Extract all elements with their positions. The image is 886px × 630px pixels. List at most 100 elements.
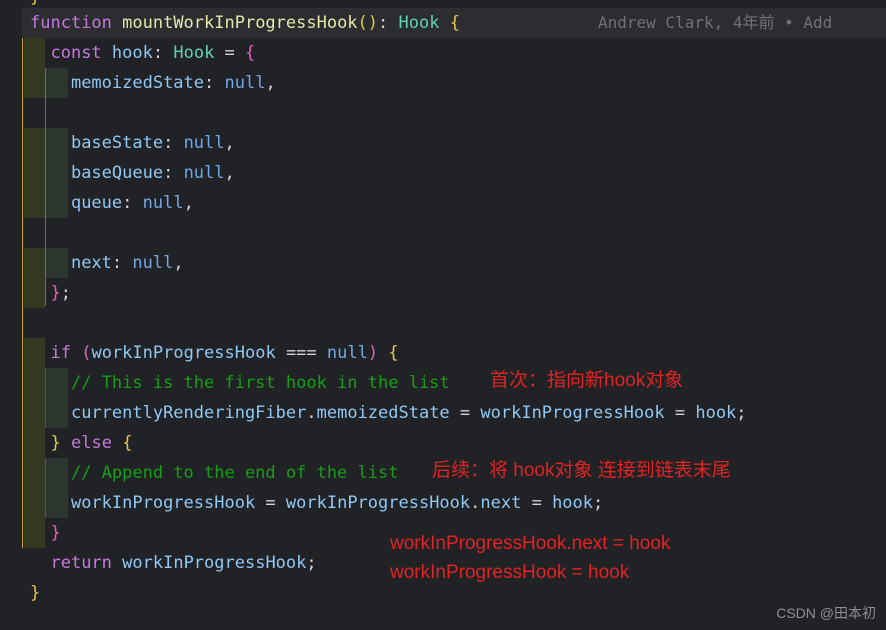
code-line[interactable]: // Append to the end of the list — [30, 458, 399, 488]
code-token: . — [470, 493, 481, 513]
code-token: = — [521, 493, 553, 513]
code-token: return — [50, 553, 112, 573]
code-line[interactable]: } else { — [30, 428, 132, 458]
code-line[interactable]: currentlyRenderingFiber.memoizedState = … — [30, 398, 747, 428]
code-token: null — [142, 193, 184, 213]
code-token: currentlyRenderingFiber — [70, 403, 307, 423]
code-token: workInProgressHook — [122, 553, 307, 573]
code-token: } — [50, 283, 61, 303]
code-token: = — [214, 43, 246, 63]
code-token: : — [378, 13, 399, 33]
code-line[interactable]: // This is the first hook in the list — [30, 368, 450, 398]
code-token: Hook — [173, 43, 215, 63]
code-line[interactable]: return workInProgressHook; — [30, 548, 317, 578]
code-token: null — [224, 73, 266, 93]
anno-head-assign: workInProgressHook = hook — [390, 562, 630, 583]
code-token: . — [306, 403, 317, 423]
code-line[interactable]: } — [30, 578, 40, 608]
code-token: memoizedState — [70, 73, 205, 93]
code-token: workInProgressHook — [91, 343, 276, 363]
code-line[interactable]: queue: null, — [30, 188, 194, 218]
code-token: ; — [593, 493, 604, 513]
code-token: null — [183, 163, 225, 183]
code-token: { — [388, 343, 399, 363]
active-indent-guide — [22, 38, 23, 548]
code-token: else — [70, 433, 112, 453]
anno-append: 后续：将 hook对象 连接到链表末尾 — [432, 460, 731, 481]
code-line[interactable] — [30, 98, 40, 128]
code-token: queue — [70, 193, 123, 213]
code-token: } — [30, 583, 41, 603]
editor-surface[interactable]: } function mountWorkInProgressHook(): Ho… — [0, 0, 886, 630]
code-token: = — [255, 493, 286, 513]
code-token: ( — [81, 343, 92, 363]
code-token: : — [163, 133, 184, 153]
code-token: , — [173, 253, 184, 273]
code-line[interactable]: baseState: null, — [30, 128, 235, 158]
code-line[interactable]: baseQueue: null, — [30, 158, 235, 188]
code-token: hook — [695, 403, 737, 423]
code-token: { — [245, 43, 256, 63]
csdn-watermark: CSDN @田本初 — [776, 605, 876, 621]
code-token: : — [111, 253, 133, 273]
code-token: ; — [306, 553, 317, 573]
code-token: } — [50, 433, 61, 453]
code-line[interactable]: } — [30, 518, 61, 548]
code-token: : — [152, 43, 174, 63]
code-token: // This is the first hook in the list — [70, 373, 450, 393]
code-token: } — [50, 523, 61, 543]
code-token: , — [183, 193, 194, 213]
code-token: { — [449, 13, 460, 33]
code-token: next — [70, 253, 112, 273]
code-token: workInProgressHook — [70, 493, 256, 513]
code-line[interactable]: function mountWorkInProgressHook(): Hook… — [30, 8, 460, 38]
code-token: if — [50, 343, 71, 363]
code-token: { — [122, 433, 133, 453]
code-token: next — [480, 493, 522, 513]
code-token: Hook — [398, 13, 440, 33]
code-token: baseQueue — [70, 163, 164, 183]
code-line[interactable]: }; — [30, 278, 71, 308]
code-token: : — [204, 73, 225, 93]
code-token: memoizedState — [316, 403, 450, 423]
code-token: , — [224, 163, 235, 183]
code-line[interactable] — [30, 218, 40, 248]
code-token: () — [357, 13, 379, 33]
code-token: === — [275, 343, 327, 363]
code-line[interactable]: workInProgressHook = workInProgressHook.… — [30, 488, 603, 518]
code-token: workInProgressHook — [285, 493, 471, 513]
code-line[interactable]: memoizedState: null, — [30, 68, 276, 98]
code-token: null — [183, 133, 225, 153]
editor-gutter — [0, 0, 22, 630]
code-line[interactable]: if (workInProgressHook === null) { — [30, 338, 399, 368]
anno-next-assign: workInProgressHook.next = hook — [390, 533, 671, 554]
git-blame-annotation[interactable]: Andrew Clark, 4年前 • Add — [598, 8, 832, 38]
code-token: null — [132, 253, 174, 273]
code-token: baseState — [70, 133, 164, 153]
code-token: mountWorkInProgressHook — [122, 13, 358, 33]
code-line[interactable] — [30, 308, 40, 338]
code-line[interactable]: const hook: Hook = { — [30, 38, 255, 68]
code-token: , — [265, 73, 276, 93]
code-token: , — [224, 133, 235, 153]
code-line[interactable]: next: null, — [30, 248, 184, 278]
anno-first: 首次：指向新hook对象 — [490, 370, 684, 391]
